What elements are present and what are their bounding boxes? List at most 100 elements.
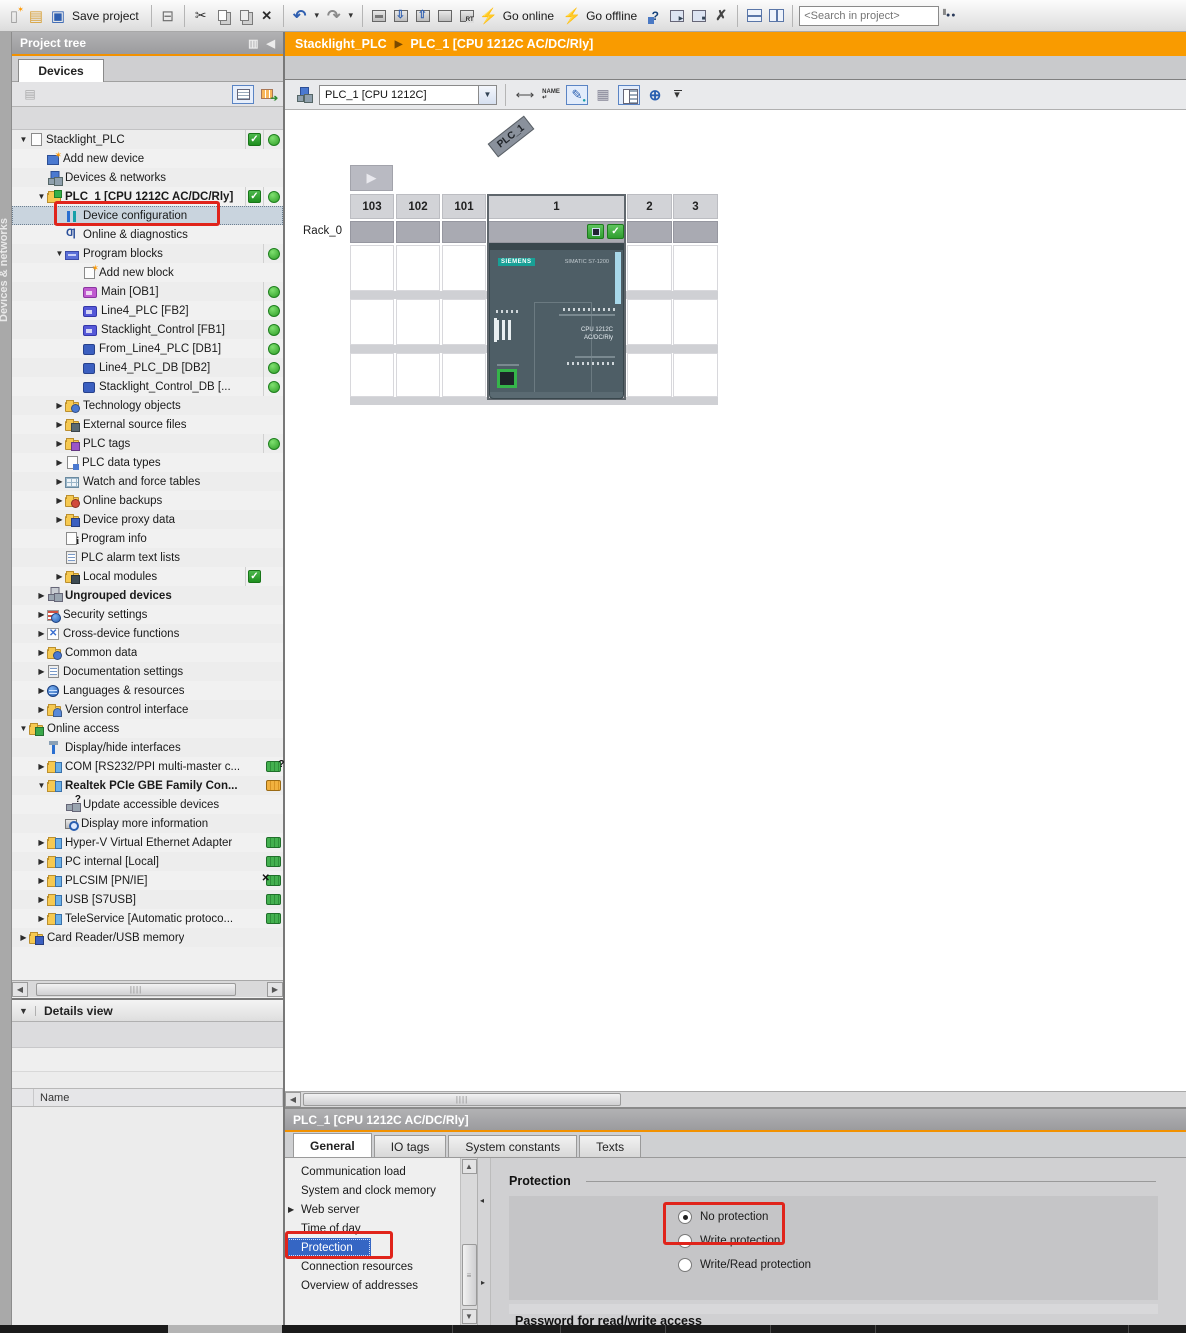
expander-icon[interactable]: ▶	[36, 895, 47, 904]
tree-item-languages-resources[interactable]: ▶Languages & resources	[12, 681, 283, 700]
slot-102-cell[interactable]	[396, 353, 440, 397]
project-tree-hscrollbar[interactable]: ◀ |||| ▶	[12, 980, 283, 997]
upload-from-device-icon[interactable]	[413, 6, 433, 26]
start-simulation-icon[interactable]	[435, 6, 455, 26]
tree-item-version-control-interface[interactable]: ▶Version control interface	[12, 700, 283, 719]
device-view-canvas[interactable]: PLC_1 ▶ Rack_0 103102101123 ✓ SIEMENS SI…	[285, 110, 1186, 1091]
tree-item-technology-objects[interactable]: ▶Technology objects	[12, 396, 283, 415]
rack-cell-102[interactable]	[396, 221, 440, 243]
tree-item-hyper-v-virtual-ethernet-adapter[interactable]: ▶Hyper-V Virtual Ethernet Adapter	[12, 833, 283, 852]
expander-icon[interactable]: ▶	[36, 762, 47, 771]
new-project-icon[interactable]	[4, 6, 24, 26]
canvas-scroll-left-icon[interactable]: ◀	[285, 1092, 301, 1107]
new-item-icon[interactable]: ▤	[19, 85, 41, 104]
slot-2-cell[interactable]	[627, 353, 672, 397]
measure-icon[interactable]	[514, 85, 536, 105]
tree-item-plc-data-types[interactable]: ▶PLC data types	[12, 453, 283, 472]
scroll-right-icon[interactable]: ▶	[267, 982, 283, 997]
tab-texts[interactable]: Texts	[579, 1135, 641, 1157]
expander-icon[interactable]: ▶	[54, 515, 65, 524]
nav-item-communication-load[interactable]: Communication load	[285, 1162, 460, 1181]
nav-item-web-server[interactable]: ▶Web server	[285, 1200, 460, 1219]
tab-system-constants[interactable]: System constants	[448, 1135, 577, 1157]
rack-cell-3[interactable]	[673, 221, 718, 243]
copy-icon[interactable]	[213, 6, 233, 26]
expander-icon[interactable]: ▶	[36, 914, 47, 923]
cut-icon[interactable]	[191, 6, 211, 26]
slot-header-102[interactable]: 102	[396, 194, 440, 219]
save-project-icon[interactable]	[48, 6, 68, 26]
tree-item-common-data[interactable]: ▶Common data	[12, 643, 283, 662]
paste-icon[interactable]	[235, 6, 255, 26]
cross-references-icon[interactable]	[711, 6, 731, 26]
expander-icon[interactable]: ▶	[36, 629, 47, 638]
rack-cell-101[interactable]	[442, 221, 486, 243]
expander-icon[interactable]: ▶	[36, 610, 47, 619]
slot-3-cell[interactable]	[673, 299, 718, 345]
tree-item-pc-internal-local[interactable]: ▶PC internal [Local]	[12, 852, 283, 871]
expander-icon[interactable]: ▶	[54, 458, 65, 467]
tree-item-devices-networks[interactable]: Devices & networks	[12, 168, 283, 187]
nav-item-overview-of-addresses[interactable]: Overview of addresses	[285, 1276, 460, 1295]
cpu-module[interactable]: SIEMENS SIMATIC S7-1200 CPU 1212C AC/DC/…	[489, 243, 624, 399]
tree-item-realtek-pcie-gbe-family-con[interactable]: ▼Realtek PCIe GBE Family Con...	[12, 776, 283, 795]
rename-icon[interactable]: NAME↵	[540, 85, 562, 105]
tree-item-security-settings[interactable]: ▶Security settings	[12, 605, 283, 624]
expander-icon[interactable]: ▶	[36, 648, 47, 657]
tree-item-local-modules[interactable]: ▶Local modules✓	[12, 567, 283, 586]
redo-icon[interactable]	[324, 6, 344, 26]
details-collapse-icon[interactable]: ▼	[12, 1006, 36, 1016]
open-project-icon[interactable]	[26, 6, 46, 26]
undo-icon[interactable]	[290, 6, 310, 26]
canvas-hscrollbar[interactable]: ◀ ||||	[285, 1091, 1186, 1107]
slot-header-1[interactable]: 1	[488, 194, 625, 219]
print-icon[interactable]	[158, 6, 178, 26]
tree-item-watch-and-force-tables[interactable]: ▶Watch and force tables	[12, 472, 283, 491]
slot-102-cell[interactable]	[396, 245, 440, 291]
expander-icon[interactable]: ▼	[36, 192, 47, 201]
go-offline-label[interactable]: Go offline	[586, 9, 637, 23]
search-input[interactable]	[799, 6, 939, 26]
radio-icon[interactable]	[678, 1258, 692, 1272]
tab-general[interactable]: General	[293, 1133, 372, 1157]
zoom-icon[interactable]	[644, 85, 666, 105]
slot-header-3[interactable]: 3	[673, 194, 718, 219]
tree-item-usb-s7usb[interactable]: ▶USB [S7USB]	[12, 890, 283, 909]
tree-item-program-info[interactable]: Program info	[12, 529, 283, 548]
slot-101-cell[interactable]	[442, 299, 486, 345]
split-editor-vertical-icon[interactable]	[766, 6, 786, 26]
pane-splitter[interactable]	[478, 1158, 491, 1325]
radio-option-write-read-protection[interactable]: Write/Read protection	[678, 1258, 811, 1272]
expander-icon[interactable]: ▶	[18, 933, 29, 942]
tree-item-teleservice-automatic-protoco[interactable]: ▶TeleService [Automatic protoco...	[12, 909, 283, 928]
tree-item-documentation-settings[interactable]: ▶Documentation settings	[12, 662, 283, 681]
go-offline-icon[interactable]	[562, 6, 582, 26]
tree-item-from-line4-plc-db1[interactable]: From_Line4_PLC [DB1]	[12, 339, 283, 358]
slot-expand-button[interactable]: ▶	[350, 165, 393, 191]
expander-icon[interactable]: ▶	[36, 686, 47, 695]
radio-option-no-protection[interactable]: No protection	[678, 1210, 768, 1224]
slot-101-cell[interactable]	[442, 353, 486, 397]
expander-icon[interactable]: ▶	[36, 857, 47, 866]
tree-item-device-configuration[interactable]: Device configuration	[12, 206, 283, 225]
tree-item-program-blocks[interactable]: ▼Program blocks	[12, 244, 283, 263]
expander-icon[interactable]: ▼	[54, 249, 65, 258]
nav-scroll-up-icon[interactable]: ▲	[462, 1159, 477, 1174]
zoom-dropdown-icon[interactable]	[670, 85, 684, 105]
rack-cell-103[interactable]	[350, 221, 394, 243]
save-project-label[interactable]: Save project	[72, 9, 139, 23]
expander-icon[interactable]: ▼	[18, 724, 29, 733]
load-icon[interactable]	[369, 6, 389, 26]
go-online-icon[interactable]	[479, 6, 499, 26]
slot-102-cell[interactable]	[396, 299, 440, 345]
tab-io-tags[interactable]: IO tags	[374, 1135, 447, 1157]
stop-cpu-icon[interactable]	[689, 6, 709, 26]
expand-all-icon[interactable]	[256, 85, 278, 104]
radio-icon[interactable]	[678, 1210, 692, 1224]
rack-cell-2[interactable]	[627, 221, 672, 243]
table-view-icon[interactable]	[232, 85, 254, 104]
download-to-device-icon[interactable]	[391, 6, 411, 26]
tree-item-online-access[interactable]: ▼Online access	[12, 719, 283, 738]
expander-icon[interactable]: ▶	[36, 876, 47, 885]
tree-item-line4-plc-db-db2[interactable]: Line4_PLC_DB [DB2]	[12, 358, 283, 377]
